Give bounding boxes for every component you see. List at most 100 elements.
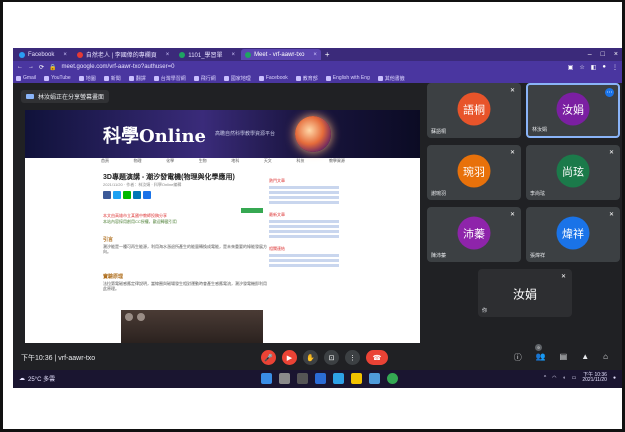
bookmark-item[interactable]: 地圖 xyxy=(78,75,96,82)
chevron-up-icon[interactable]: ^ xyxy=(544,375,546,381)
twitter-share-icon[interactable] xyxy=(113,191,121,199)
sidebar-link[interactable] xyxy=(269,230,339,233)
activities-icon[interactable]: ▲ xyxy=(581,352,589,363)
nav-item[interactable]: 首頁 xyxy=(101,158,109,165)
tab-column[interactable]: 自然老人 | 李國偉的專欄頁 × xyxy=(73,49,173,60)
sidebar-link[interactable] xyxy=(269,235,339,238)
facebook-share-icon[interactable] xyxy=(103,191,111,199)
site-logo: 科學Online xyxy=(103,126,206,147)
back-icon[interactable]: ← xyxy=(17,64,23,70)
sidebar-link[interactable] xyxy=(269,259,339,262)
wifi-icon[interactable]: ◠ xyxy=(552,375,556,381)
profile-icon[interactable]: ● xyxy=(602,64,606,71)
tab-meet[interactable]: Meet - vrf-aawr-txo × xyxy=(241,49,321,60)
participant-tile[interactable]: ✕ 煒祥 張煒祥 xyxy=(526,207,620,262)
weather-widget[interactable]: ☁ 25°C 多雲 xyxy=(19,374,55,383)
minimize-icon[interactable]: – xyxy=(588,51,592,58)
present-button[interactable]: ⊡ xyxy=(324,350,339,365)
notification-icon[interactable]: ● xyxy=(613,375,616,381)
self-view-tile[interactable]: ✕ 汝娟 你 xyxy=(478,269,572,317)
extensions-icon[interactable]: ◧ xyxy=(591,64,597,71)
close-window-icon[interactable]: × xyxy=(614,51,618,58)
sidebar-link[interactable] xyxy=(269,201,339,204)
nav-item[interactable]: 教學資源 xyxy=(329,158,345,165)
sidebar-link[interactable] xyxy=(269,191,339,194)
start-icon[interactable] xyxy=(261,373,272,384)
video-player[interactable] xyxy=(121,310,263,343)
participant-tile[interactable]: ✕ 沛蓁 陳沛蓁 xyxy=(427,207,521,262)
bookmark-item[interactable]: 其他書籤 xyxy=(377,75,405,82)
clock[interactable]: 下午 10:36 2021/11/20 xyxy=(582,373,607,383)
maximize-icon[interactable]: □ xyxy=(601,51,605,58)
tab-facebook[interactable]: Facebook × xyxy=(15,49,71,60)
chrome-icon[interactable] xyxy=(387,373,398,384)
url-field[interactable]: meet.google.com/vrf-aawr-txo?authuser=0 xyxy=(62,64,175,70)
bookmark-item[interactable]: 台灣學習網 xyxy=(153,75,186,82)
nav-item[interactable]: 天文 xyxy=(264,158,272,165)
more-options-icon[interactable]: ⋯ xyxy=(605,88,614,97)
tab-worksheet[interactable]: 1101_學習單 × xyxy=(175,49,239,60)
add-share-icon[interactable] xyxy=(143,191,151,199)
task-view-icon[interactable] xyxy=(297,373,308,384)
chat-icon[interactable]: ▤ xyxy=(560,352,568,363)
new-tab-button[interactable]: + xyxy=(325,50,330,59)
nav-item[interactable]: 地科 xyxy=(231,158,239,165)
chat-app-icon[interactable] xyxy=(315,373,326,384)
sidebar-link[interactable] xyxy=(269,220,339,223)
cast-icon[interactable]: ▣ xyxy=(568,64,574,71)
bookmark-item[interactable]: 國家地理 xyxy=(223,75,251,82)
file-explorer-icon[interactable] xyxy=(351,373,362,384)
sidebar-link[interactable] xyxy=(269,254,339,257)
bookmark-item[interactable]: 新聞 xyxy=(103,75,121,82)
leave-call-button[interactable]: ☎ xyxy=(366,350,388,365)
host-controls-icon[interactable]: ⌂ xyxy=(603,352,608,363)
sidebar-link[interactable] xyxy=(269,186,339,189)
forward-icon[interactable]: → xyxy=(28,64,34,70)
raise-hand-button[interactable]: ✋ xyxy=(303,350,318,365)
battery-icon[interactable]: ▭ xyxy=(572,375,577,381)
nav-item[interactable]: 化學 xyxy=(166,158,174,165)
nav-item[interactable]: 科技 xyxy=(296,158,304,165)
taskbar-apps xyxy=(261,373,398,384)
bookmark-item[interactable]: YouTube xyxy=(44,75,71,81)
close-icon[interactable]: × xyxy=(313,52,317,58)
bookmark-item[interactable]: Facebook xyxy=(258,75,288,81)
info-icon[interactable]: ⓘ xyxy=(514,352,522,363)
sidebar-link[interactable] xyxy=(269,196,339,199)
store-icon[interactable] xyxy=(369,373,380,384)
search-icon[interactable] xyxy=(279,373,290,384)
play-icon[interactable] xyxy=(125,313,133,321)
participant-tile[interactable]: ✕ 尚玹 李尚玹 xyxy=(526,145,620,200)
menu-icon[interactable]: ⋮ xyxy=(612,64,618,71)
volume-icon[interactable] xyxy=(137,313,145,321)
edge-icon[interactable] xyxy=(333,373,344,384)
bookmark-item[interactable]: English with Eng xyxy=(325,75,370,81)
participant-tile[interactable]: ✕ 琬羽 謝琬羽 xyxy=(427,145,521,200)
more-options-button[interactable]: ⋮ xyxy=(345,350,360,365)
participant-tile[interactable]: ✕ 語桐 蘇語桐 xyxy=(427,83,521,138)
line-share-icon[interactable] xyxy=(123,191,131,199)
bookmark-item[interactable]: 教育部 xyxy=(295,75,318,82)
bookmark-item[interactable]: Gmail xyxy=(16,75,36,81)
participant-tile-active[interactable]: ⋯ 汝娟 林汝娟 xyxy=(526,83,620,138)
reload-icon[interactable]: ⟳ xyxy=(39,64,44,71)
bookmark-star-icon[interactable]: ☆ xyxy=(579,64,584,71)
presenting-banner[interactable]: 林汝娟正在分享螢幕畫面 xyxy=(21,90,110,103)
close-icon[interactable]: × xyxy=(63,52,67,58)
volume-icon[interactable]: ◖ xyxy=(563,375,566,381)
sidebar-heading: 相關連結 xyxy=(269,246,285,251)
camera-toggle-button[interactable]: ▶ xyxy=(282,350,297,365)
close-icon[interactable]: × xyxy=(166,52,170,58)
bookmark-item[interactable]: 翻譯 xyxy=(128,75,146,82)
subscribe-button[interactable] xyxy=(241,208,263,213)
sidebar-link[interactable] xyxy=(269,264,339,267)
sidebar-link[interactable] xyxy=(269,225,339,228)
people-icon[interactable]: 👥 xyxy=(536,352,546,363)
mic-toggle-button[interactable]: 🎤 xyxy=(261,350,276,365)
presenting-label: 林汝娟正在分享螢幕畫面 xyxy=(38,95,105,101)
bookmark-item[interactable]: 飛行網 xyxy=(193,75,216,82)
linkedin-share-icon[interactable] xyxy=(133,191,141,199)
close-icon[interactable]: × xyxy=(232,52,236,58)
nav-item[interactable]: 物理 xyxy=(134,158,142,165)
nav-item[interactable]: 生物 xyxy=(199,158,207,165)
